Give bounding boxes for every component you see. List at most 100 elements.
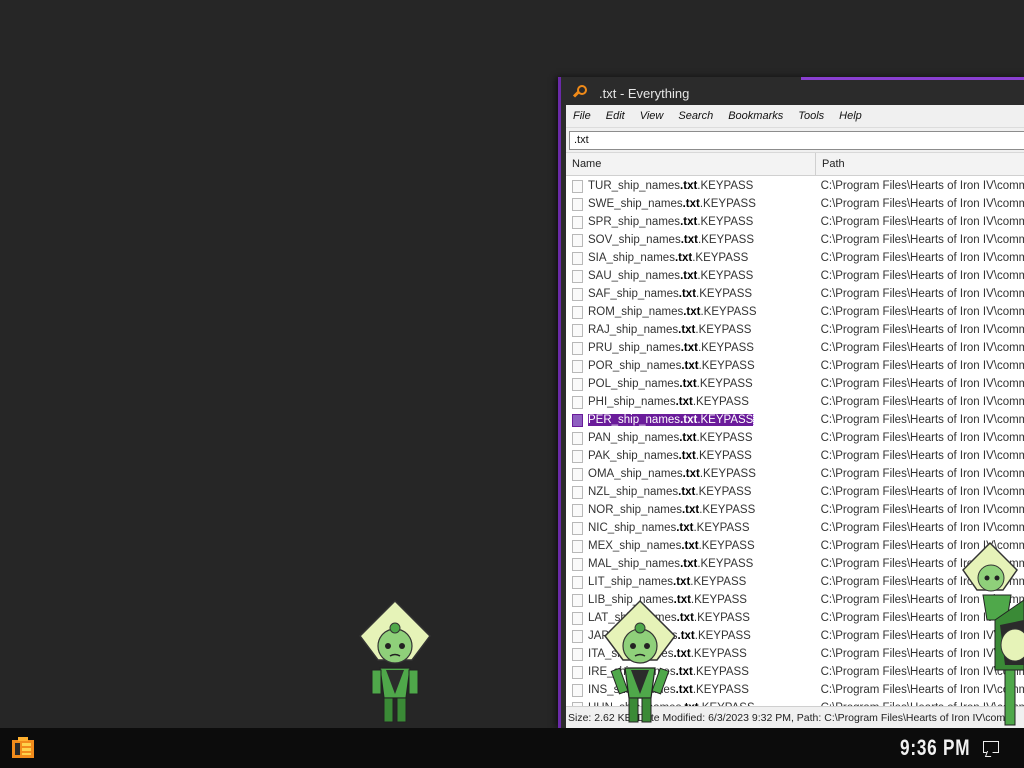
file-name: MEX_ship_names.txt.KEYPASS	[588, 540, 755, 552]
file-path: C:\Program Files\Hearts of Iron IV\comm	[820, 216, 1024, 228]
file-icon	[572, 449, 583, 463]
file-row[interactable]: RAJ_ship_names.txt.KEYPASS C:\Program Fil…	[566, 321, 1024, 339]
file-row[interactable]: SAU_ship_names.txt.KEYPASS C:\Program Fil…	[566, 267, 1024, 285]
file-name: SAU_ship_names.txt.KEYPASS	[588, 270, 754, 282]
file-row[interactable]: SWE_ship_names.txt.KEYPASS C:\Program Fil…	[566, 195, 1024, 213]
file-path: C:\Program Files\Hearts of Iron IV\comm	[820, 288, 1024, 300]
file-name: NIC_ship_names.txt.KEYPASS	[588, 522, 750, 534]
file-icon	[572, 341, 583, 355]
file-name: POR_ship_names.txt.KEYPASS	[588, 360, 755, 372]
file-path: C:\Program Files\Hearts of Iron IV\comm	[820, 252, 1024, 264]
file-path: C:\Program Files\Hearts of Iron IV\comm	[820, 468, 1024, 480]
file-name: SPR_ship_names.txt.KEYPASS	[588, 216, 754, 228]
file-row[interactable]: POL_ship_names.txt.KEYPASS C:\Program Fil…	[566, 375, 1024, 393]
menu-help[interactable]: Help	[832, 110, 870, 122]
file-path: C:\Program Files\Hearts of Iron IV\comm	[820, 414, 1024, 426]
column-header: Name Path	[566, 152, 1024, 176]
file-name: SAF_ship_names.txt.KEYPASS	[588, 288, 753, 300]
file-path: C:\Program Files\Hearts of Iron IV\comm	[820, 270, 1024, 282]
file-path: C:\Program Files\Hearts of Iron IV\comm	[820, 306, 1024, 318]
file-icon	[572, 665, 583, 679]
file-name: PAN_ship_names.txt.KEYPASS	[588, 432, 753, 444]
file-row[interactable]: PER_ship_names.txt.KEYPASS C:\Program Fil…	[566, 411, 1024, 429]
file-icon	[572, 683, 583, 697]
file-name: POL_ship_names.txt.KEYPASS	[588, 378, 753, 390]
file-row[interactable]: NZL_ship_names.txt.KEYPASS C:\Program Fil…	[566, 483, 1024, 501]
app-launcher-icon[interactable]	[10, 736, 36, 760]
file-name: OMA_ship_names.txt.KEYPASS	[588, 468, 756, 480]
file-name: SOV_ship_names.txt.KEYPASS	[588, 234, 754, 246]
file-icon	[572, 269, 583, 283]
taskbar: 9:36 PM	[0, 728, 1024, 768]
file-icon	[572, 539, 583, 553]
file-name: PHI_ship_names.txt.KEYPASS	[588, 396, 749, 408]
file-path: C:\Program Files\Hearts of Iron IV\comm	[820, 450, 1024, 462]
file-icon	[572, 215, 583, 229]
menu-view[interactable]: View	[633, 110, 672, 122]
file-icon	[572, 233, 583, 247]
magnifier-icon	[572, 84, 591, 102]
file-name: NZL_ship_names.txt.KEYPASS	[588, 486, 752, 498]
file-name: MAL_ship_names.txt.KEYPASS	[588, 558, 754, 570]
file-icon	[572, 395, 583, 409]
peridot-mascot-3	[962, 541, 1024, 726]
file-row[interactable]: PAN_ship_names.txt.KEYPASS C:\Program Fil…	[566, 429, 1024, 447]
title-bar[interactable]: .txt - Everything	[561, 80, 1024, 106]
file-path: C:\Program Files\Hearts of Iron IV\comm	[820, 378, 1024, 390]
file-name: TUR_ship_names.txt.KEYPASS	[588, 180, 754, 192]
menu-file[interactable]: File	[566, 110, 599, 122]
file-name: PAK_ship_names.txt.KEYPASS	[588, 450, 752, 462]
peridot-mascot-2	[604, 599, 676, 723]
file-row[interactable]: POR_ship_names.txt.KEYPASS C:\Program Fil…	[566, 357, 1024, 375]
file-icon	[572, 557, 583, 571]
file-icon	[572, 467, 583, 481]
file-row[interactable]: PAK_ship_names.txt.KEYPASS C:\Program Fil…	[566, 447, 1024, 465]
file-icon	[572, 179, 583, 193]
file-path: C:\Program Files\Hearts of Iron IV\comm	[820, 504, 1024, 516]
menu-tools[interactable]: Tools	[791, 110, 832, 122]
file-row[interactable]: SIA_ship_names.txt.KEYPASS C:\Program Fil…	[566, 249, 1024, 267]
file-path: C:\Program Files\Hearts of Iron IV\comm	[820, 360, 1024, 372]
file-name: PRU_ship_names.txt.KEYPASS	[588, 342, 754, 354]
file-row[interactable]: TUR_ship_names.txt.KEYPASS C:\Program Fil…	[566, 177, 1024, 195]
file-icon	[572, 593, 583, 607]
file-row[interactable]: SPR_ship_names.txt.KEYPASS C:\Program Fil…	[566, 213, 1024, 231]
file-row[interactable]: ROM_ship_names.txt.KEYPASS C:\Program Fil…	[566, 303, 1024, 321]
file-name: LIT_ship_names.txt.KEYPASS	[588, 576, 747, 588]
file-row[interactable]: PHI_ship_names.txt.KEYPASS C:\Program Fil…	[566, 393, 1024, 411]
peridot-mascot-1	[359, 599, 431, 723]
file-icon	[572, 521, 583, 535]
file-path: C:\Program Files\Hearts of Iron IV\comm	[820, 522, 1024, 534]
file-row[interactable]: OMA_ship_names.txt.KEYPASS C:\Program Fil…	[566, 465, 1024, 483]
search-input[interactable]	[569, 130, 1024, 150]
file-icon	[572, 413, 583, 427]
file-row[interactable]: NOR_ship_names.txt.KEYPASS C:\Program Fil…	[566, 501, 1024, 519]
file-icon	[572, 503, 583, 517]
search-bar	[566, 128, 1024, 152]
file-icon	[572, 629, 583, 643]
file-icon	[572, 575, 583, 589]
file-path: C:\Program Files\Hearts of Iron IV\comm	[820, 234, 1024, 246]
file-row[interactable]: NIC_ship_names.txt.KEYPASS C:\Program Fil…	[566, 519, 1024, 537]
file-icon	[572, 197, 583, 211]
column-name-header[interactable]: Name	[566, 153, 816, 175]
menu-bar: File Edit View Search Bookmarks Tools He…	[566, 105, 1024, 128]
column-path-header[interactable]: Path	[816, 153, 845, 175]
menu-bookmarks[interactable]: Bookmarks	[721, 110, 791, 122]
taskbar-clock[interactable]: 9:36 PM	[900, 735, 970, 761]
file-row[interactable]: PRU_ship_names.txt.KEYPASS C:\Program Fil…	[566, 339, 1024, 357]
file-icon	[572, 323, 583, 337]
file-row[interactable]: SOV_ship_names.txt.KEYPASS C:\Program Fil…	[566, 231, 1024, 249]
menu-edit[interactable]: Edit	[599, 110, 633, 122]
file-name: RAJ_ship_names.txt.KEYPASS	[588, 324, 752, 336]
menu-search[interactable]: Search	[671, 110, 721, 122]
file-path: C:\Program Files\Hearts of Iron IV\comm	[820, 342, 1024, 354]
file-row[interactable]: SAF_ship_names.txt.KEYPASS C:\Program Fil…	[566, 285, 1024, 303]
file-name: ROM_ship_names.txt.KEYPASS	[588, 306, 757, 318]
file-icon	[572, 305, 583, 319]
file-name: PER_ship_names.txt.KEYPASS	[588, 414, 755, 426]
action-center-icon[interactable]	[983, 741, 999, 753]
file-icon	[572, 431, 583, 445]
file-path: C:\Program Files\Hearts of Iron IV\comm	[820, 432, 1024, 444]
file-icon	[572, 611, 583, 625]
